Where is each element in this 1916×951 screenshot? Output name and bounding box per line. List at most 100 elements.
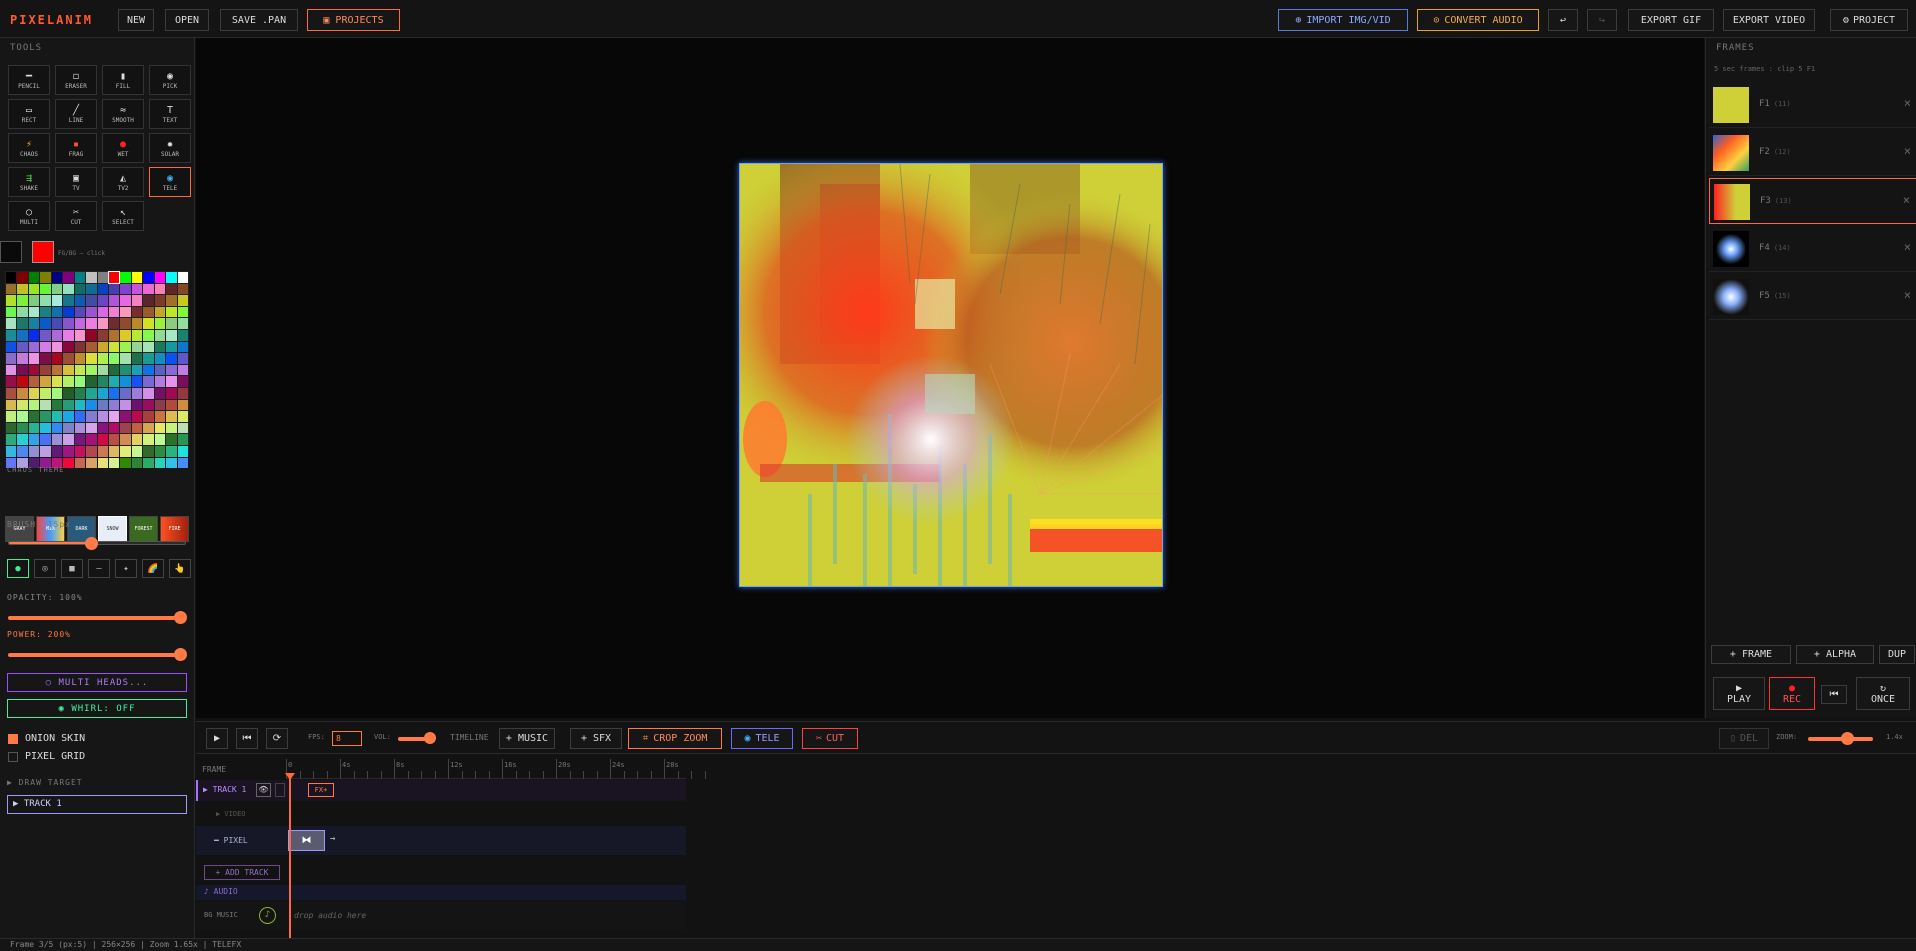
palette-swatch[interactable] xyxy=(97,341,108,353)
palette-swatch[interactable] xyxy=(177,295,188,306)
palette-swatch[interactable] xyxy=(97,306,108,318)
palette-swatch[interactable] xyxy=(28,445,40,457)
palette-swatch[interactable] xyxy=(51,272,63,283)
palette-swatch[interactable] xyxy=(86,445,97,457)
palette-swatch[interactable] xyxy=(40,329,51,341)
palette-swatch[interactable] xyxy=(131,445,143,457)
palette-swatch[interactable] xyxy=(97,272,108,283)
palette-swatch[interactable] xyxy=(40,411,51,422)
tool-cut[interactable]: ✂ CUT xyxy=(55,201,97,231)
palette-swatch[interactable] xyxy=(86,341,97,353)
tool-pick[interactable]: ◉ PICK xyxy=(149,65,191,95)
palette-swatch[interactable] xyxy=(131,295,143,306)
tool-tv2[interactable]: ◭ TV2 xyxy=(102,167,144,197)
palette-swatch[interactable] xyxy=(154,295,166,306)
tool-text[interactable]: T TEXT xyxy=(149,99,191,129)
palette-swatch[interactable] xyxy=(107,271,121,284)
palette-swatch[interactable] xyxy=(28,329,40,341)
palette-swatch[interactable] xyxy=(108,329,120,341)
palette-swatch[interactable] xyxy=(6,318,17,329)
palette-swatch[interactable] xyxy=(166,376,177,387)
palette-swatch[interactable] xyxy=(63,329,74,341)
palette-swatch[interactable] xyxy=(120,364,131,376)
palette-swatch[interactable] xyxy=(40,399,51,411)
palette-swatch[interactable] xyxy=(166,318,177,329)
palette-swatch[interactable] xyxy=(86,387,97,399)
palette-swatch[interactable] xyxy=(166,434,177,445)
palette-swatch[interactable] xyxy=(74,387,86,399)
frame-item[interactable]: F2 (12) × xyxy=(1709,130,1916,176)
palette-swatch[interactable] xyxy=(40,353,51,364)
palette-swatch[interactable] xyxy=(108,445,120,457)
palette-swatch[interactable] xyxy=(177,376,188,387)
palette-swatch[interactable] xyxy=(17,399,28,411)
palette-swatch[interactable] xyxy=(97,411,108,422)
palette-swatch[interactable] xyxy=(166,353,177,364)
palette-swatch[interactable] xyxy=(131,387,143,399)
palette-swatch[interactable] xyxy=(17,445,28,457)
palette-swatch[interactable] xyxy=(108,295,120,306)
palette-swatch[interactable] xyxy=(17,295,28,306)
palette-swatch[interactable] xyxy=(86,318,97,329)
palette-swatch[interactable] xyxy=(154,376,166,387)
tool-tele[interactable]: ◉ TELE xyxy=(149,167,191,197)
palette-swatch[interactable] xyxy=(6,399,17,411)
palette-swatch[interactable] xyxy=(63,272,74,283)
palette-swatch[interactable] xyxy=(97,376,108,387)
palette-swatch[interactable] xyxy=(28,422,40,434)
palette-swatch[interactable] xyxy=(120,422,131,434)
palette-swatch[interactable] xyxy=(166,364,177,376)
palette-swatch[interactable] xyxy=(63,364,74,376)
power-slider[interactable] xyxy=(8,648,187,661)
fx-button[interactable]: FX+ xyxy=(308,783,334,797)
add-track-button[interactable]: + ADD TRACK xyxy=(204,865,280,880)
palette-swatch[interactable] xyxy=(74,329,86,341)
palette-swatch[interactable] xyxy=(6,376,17,387)
palette-swatch[interactable] xyxy=(177,457,188,469)
palette-swatch[interactable] xyxy=(74,353,86,364)
palette-swatch[interactable] xyxy=(63,283,74,295)
palette-swatch[interactable] xyxy=(40,434,51,445)
palette-swatch[interactable] xyxy=(131,422,143,434)
palette-swatch[interactable] xyxy=(28,306,40,318)
palette-swatch[interactable] xyxy=(143,295,154,306)
palette-swatch[interactable] xyxy=(51,387,63,399)
palette-swatch[interactable] xyxy=(154,434,166,445)
close-icon[interactable]: × xyxy=(1904,144,1911,158)
palette-swatch[interactable] xyxy=(28,376,40,387)
palette-swatch[interactable] xyxy=(177,341,188,353)
tool-pencil[interactable]: ━ PENCIL xyxy=(8,65,50,95)
frame-item[interactable]: F3 (13) × xyxy=(1709,178,1916,224)
palette-swatch[interactable] xyxy=(6,434,17,445)
playhead[interactable] xyxy=(289,773,291,940)
tl-loop-button[interactable]: ⟳ xyxy=(266,728,288,749)
palette-swatch[interactable] xyxy=(166,457,177,469)
palette-swatch[interactable] xyxy=(6,364,17,376)
palette-swatch[interactable] xyxy=(28,318,40,329)
palette-swatch[interactable] xyxy=(131,329,143,341)
close-icon[interactable]: × xyxy=(1903,193,1910,207)
palette-swatch[interactable] xyxy=(97,422,108,434)
palette-swatch[interactable] xyxy=(120,341,131,353)
palette-swatch[interactable] xyxy=(120,283,131,295)
close-icon[interactable]: × xyxy=(1904,288,1911,302)
palette-swatch[interactable] xyxy=(166,422,177,434)
palette-swatch[interactable] xyxy=(131,341,143,353)
palette-swatch[interactable] xyxy=(17,411,28,422)
palette-swatch[interactable] xyxy=(63,318,74,329)
palette-swatch[interactable] xyxy=(40,341,51,353)
projects-button[interactable]: ▣ PROJECTS xyxy=(307,9,400,31)
track-1-row[interactable]: ▶ TRACK 1 👁 FX+ xyxy=(196,780,686,801)
palette-swatch[interactable] xyxy=(28,272,40,283)
palette-swatch[interactable] xyxy=(51,295,63,306)
palette-swatch[interactable] xyxy=(97,399,108,411)
tool-rect[interactable]: ▭ RECT xyxy=(8,99,50,129)
palette-swatch[interactable] xyxy=(97,364,108,376)
new-button[interactable]: NEW xyxy=(118,9,154,31)
palette-swatch[interactable] xyxy=(63,457,74,469)
palette-swatch[interactable] xyxy=(120,434,131,445)
palette-swatch[interactable] xyxy=(177,283,188,295)
palette-swatch[interactable] xyxy=(17,353,28,364)
palette-swatch[interactable] xyxy=(154,283,166,295)
convert-audio-button[interactable]: ⊙ CONVERT AUDIO xyxy=(1417,9,1539,31)
